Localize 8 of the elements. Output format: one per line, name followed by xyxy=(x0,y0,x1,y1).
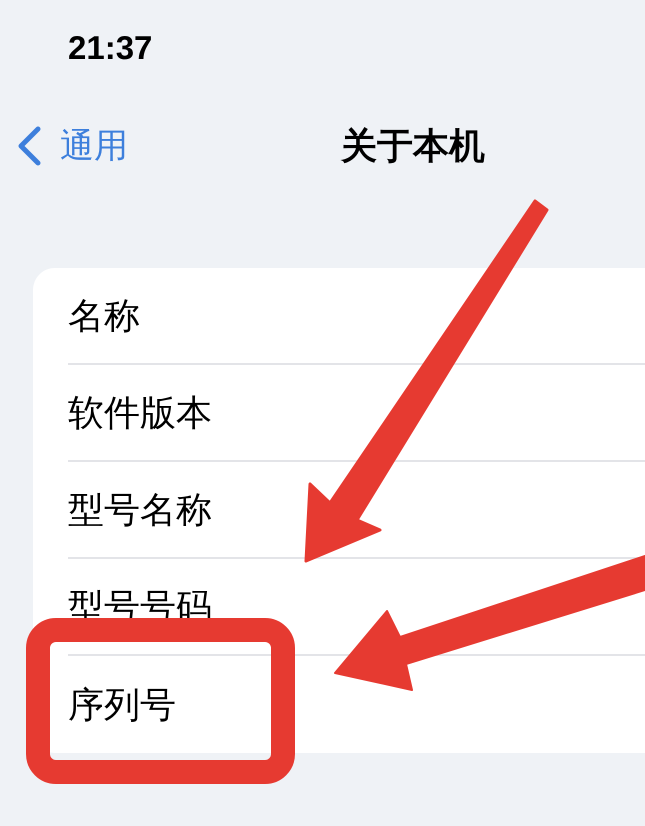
chevron-left-icon xyxy=(16,126,42,166)
page-title: 关于本机 xyxy=(341,124,485,168)
row-label: 名称 xyxy=(68,294,140,338)
back-button[interactable]: 通用 xyxy=(16,124,128,168)
row-label: 软件版本 xyxy=(68,390,212,434)
status-time: 21:37 xyxy=(68,29,152,66)
row-label: 序列号 xyxy=(68,682,176,726)
row-label: 型号名称 xyxy=(68,488,212,532)
